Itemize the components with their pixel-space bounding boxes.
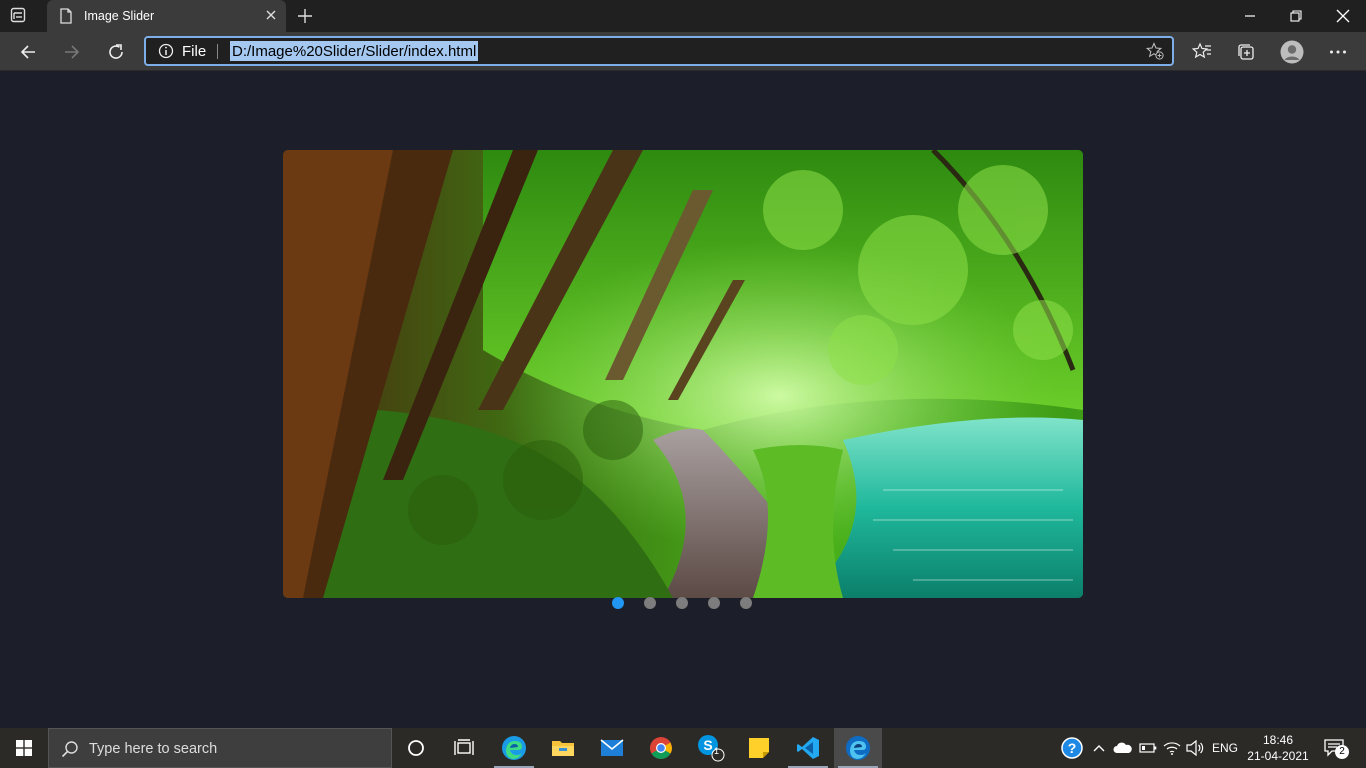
back-icon[interactable] — [14, 38, 42, 66]
slider-dots — [612, 597, 752, 609]
vscode-icon[interactable] — [784, 728, 832, 768]
refresh-icon[interactable] — [102, 38, 130, 66]
cortana-icon[interactable] — [392, 728, 440, 768]
page-icon — [59, 8, 73, 29]
edge-icon[interactable] — [490, 728, 538, 768]
minimize-icon[interactable] — [1227, 4, 1273, 28]
browser-tab[interactable]: Image Slider — [47, 0, 286, 32]
notification-count: 2 — [1335, 745, 1349, 759]
search-icon — [61, 740, 79, 763]
chrome-icon[interactable] — [637, 728, 685, 768]
taskbar-search-box[interactable]: Type here to search — [48, 728, 392, 768]
battery-icon[interactable] — [1137, 728, 1159, 768]
slider-dot-2[interactable] — [644, 597, 656, 609]
svg-text:S: S — [703, 737, 712, 753]
slider-dot-3[interactable] — [676, 597, 688, 609]
clock-time: 18:46 — [1262, 733, 1294, 747]
forward-icon[interactable] — [58, 38, 86, 66]
page-content — [0, 71, 1366, 728]
favorites-icon[interactable] — [1188, 38, 1216, 66]
close-window-icon[interactable] — [1320, 4, 1366, 28]
search-placeholder: Type here to search — [89, 741, 218, 757]
system-clock[interactable]: 18:46 21-04-2021 — [1244, 732, 1312, 764]
volume-icon[interactable] — [1184, 728, 1206, 768]
restore-icon[interactable] — [1273, 4, 1319, 28]
file-explorer-icon[interactable] — [539, 728, 587, 768]
browser-title-bar: Image Slider — [0, 0, 1366, 32]
mail-icon[interactable] — [588, 728, 636, 768]
chevron-up-icon[interactable] — [1090, 728, 1108, 768]
add-favorite-icon[interactable] — [1145, 42, 1164, 65]
help-icon[interactable]: ? — [1060, 728, 1084, 768]
clock-date: 21-04-2021 — [1247, 749, 1309, 763]
edge-dev-icon[interactable] — [834, 728, 882, 768]
address-bar[interactable]: File D:/Image%20Slider/Slider/index.html — [144, 36, 1174, 66]
more-options-icon[interactable] — [1324, 38, 1352, 66]
address-divider — [217, 44, 218, 59]
onedrive-icon[interactable] — [1112, 728, 1134, 768]
slider-dot-1[interactable] — [612, 597, 624, 609]
browser-toolbar: File D:/Image%20Slider/Slider/index.html — [0, 32, 1366, 71]
language-indicator[interactable]: ENG — [1212, 741, 1238, 755]
close-tab-icon[interactable] — [264, 8, 278, 27]
task-view-icon[interactable] — [440, 728, 488, 768]
skype-icon[interactable]: S 1 — [686, 728, 734, 768]
info-icon[interactable] — [158, 43, 174, 64]
new-tab-icon[interactable] — [295, 6, 315, 31]
tab-actions-icon[interactable] — [10, 7, 30, 25]
slider-dot-5[interactable] — [740, 597, 752, 609]
address-scheme: File — [182, 43, 207, 60]
forest-path-lake-image — [283, 150, 1083, 598]
windows-start-icon[interactable] — [0, 728, 48, 768]
slider-image — [283, 150, 1083, 598]
address-url[interactable]: D:/Image%20Slider/Slider/index.html — [230, 41, 479, 61]
slider-dot-4[interactable] — [708, 597, 720, 609]
notifications-icon[interactable]: 2 — [1320, 728, 1350, 768]
collections-icon[interactable] — [1232, 38, 1260, 66]
sticky-notes-icon[interactable] — [735, 728, 783, 768]
profile-avatar-icon[interactable] — [1278, 38, 1306, 66]
svg-text:?: ? — [1068, 740, 1077, 756]
skype-badge: 1 — [714, 746, 720, 756]
wifi-icon[interactable] — [1161, 728, 1183, 768]
tab-title: Image Slider — [84, 9, 155, 23]
taskbar: Type here to search S 1 ? ENG 18:46 21-0… — [0, 728, 1366, 768]
